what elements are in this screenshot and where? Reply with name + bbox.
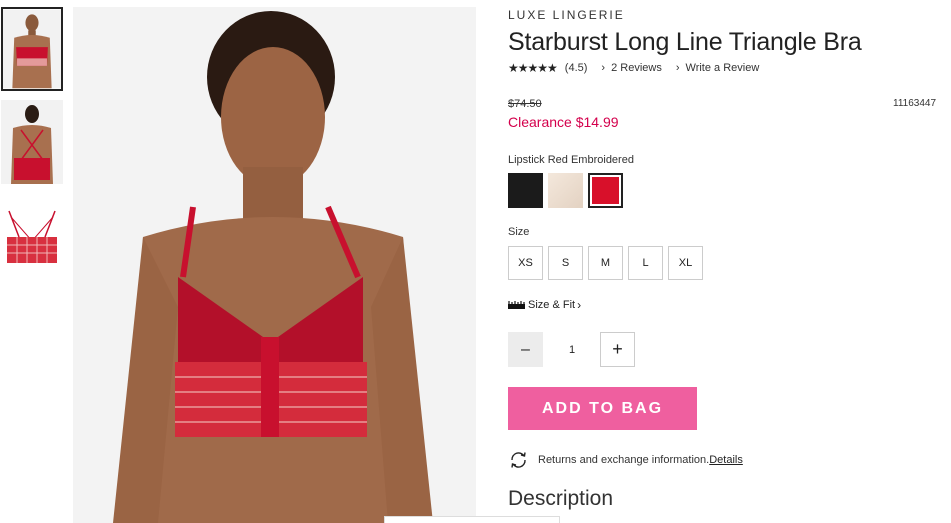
size-option-xl[interactable]: XL [668, 246, 703, 280]
returns-details-link[interactable]: Details [709, 454, 743, 466]
product-title: Starburst Long Line Triangle Bra [508, 28, 862, 56]
thumbnail-product-flat[interactable] [1, 197, 63, 281]
size-option-m[interactable]: M [588, 246, 623, 280]
ruler-icon [508, 301, 525, 309]
size-option-xs[interactable]: XS [508, 246, 543, 280]
color-swatch-red-selected[interactable] [588, 173, 623, 208]
thumbnail-back[interactable] [1, 100, 63, 184]
write-review-link[interactable]: Write a Review [686, 62, 760, 74]
reviews-link[interactable]: 2 Reviews [611, 62, 662, 74]
selected-color-label: Lipstick Red Embroidered [508, 154, 634, 166]
size-option-s[interactable]: S [548, 246, 583, 280]
clearance-price: Clearance $14.99 [508, 114, 619, 130]
brand-name: LUXE LINGERIE [508, 8, 625, 22]
color-swatch-black[interactable] [508, 173, 543, 208]
star-rating-icon: ★★★★★ [508, 61, 558, 75]
rating-row: ★★★★★ (4.5) › 2 Reviews › Write a Review [508, 61, 759, 75]
size-and-fit-label: Size & Fit [528, 299, 576, 311]
size-label: Size [508, 226, 530, 238]
returns-info: Returns and exchange information. Detail… [508, 451, 743, 469]
chevron-right-icon: › [601, 62, 606, 74]
description-heading: Description [508, 487, 614, 510]
exchange-arrows-icon [511, 452, 526, 468]
thumbnail-front[interactable] [1, 7, 63, 91]
add-to-bag-button[interactable]: ADD TO BAG [508, 387, 697, 430]
product-main-image[interactable] [73, 7, 476, 523]
chevron-right-icon: › [675, 62, 680, 74]
thumbnail-back-image [1, 100, 63, 184]
thumbnail-flat-image [1, 197, 63, 281]
quantity-increase-button[interactable]: + [600, 332, 635, 367]
image-overlay-tab [384, 516, 560, 523]
quantity-value: 1 [568, 343, 576, 356]
rating-value: (4.5) [564, 62, 588, 74]
original-price: $74.50 [508, 98, 542, 110]
returns-text: Returns and exchange information. [538, 454, 710, 466]
quantity-decrease-button[interactable]: – [508, 332, 543, 367]
thumbnail-front-image [3, 9, 61, 89]
size-and-fit-link[interactable]: Size & Fit › [508, 298, 581, 312]
chevron-right-icon: › [577, 298, 582, 312]
color-swatch-nude[interactable] [548, 173, 583, 208]
product-sku: 11163447 [893, 98, 937, 109]
size-option-l[interactable]: L [628, 246, 663, 280]
model-photo [73, 7, 476, 523]
